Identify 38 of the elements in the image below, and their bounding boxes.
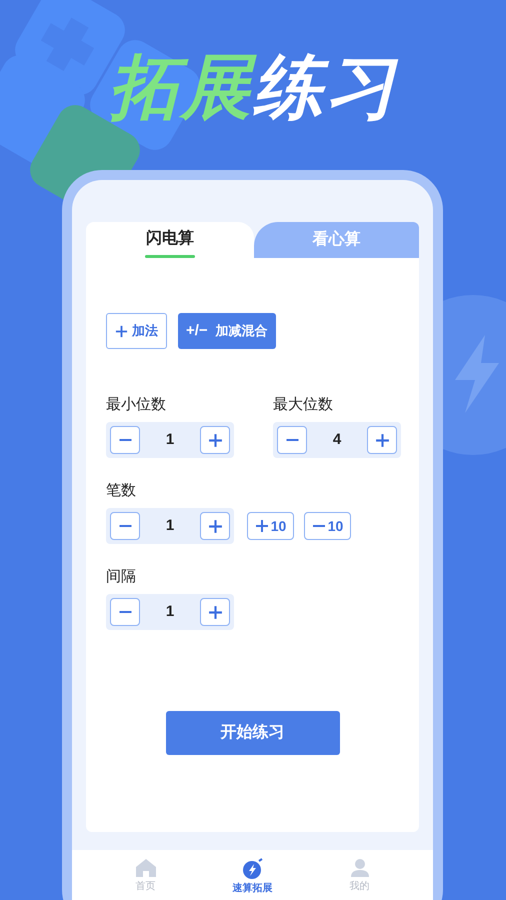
add-ten-button[interactable]: 10 [247, 512, 294, 540]
tab[interactable]: 闪电算 [86, 222, 254, 258]
start-button[interactable]: 开始练习 [166, 711, 340, 755]
setting-label: 最大位数 [273, 396, 334, 414]
house-icon [134, 858, 156, 878]
minus-icon [118, 611, 132, 613]
mode-button[interactable]: +/− 加减混合 [178, 313, 276, 349]
decrease-button[interactable] [110, 512, 140, 540]
stepper-value: 1 [166, 602, 174, 622]
stepper-value: 4 [332, 430, 342, 450]
setting-label: 笔数 [106, 482, 137, 500]
mode-button[interactable]: 加法 [106, 313, 167, 349]
plus-icon [208, 432, 222, 448]
setting-label: 最小位数 [106, 396, 167, 414]
plus-icon [115, 324, 128, 338]
minus-icon [284, 439, 300, 441]
plus-icon [254, 519, 269, 533]
plus-icon [208, 518, 222, 534]
stepper-value: 1 [166, 516, 174, 536]
minus-icon [118, 439, 132, 441]
lightning-icon [242, 858, 264, 880]
decrease-button[interactable] [110, 598, 140, 626]
person-icon [350, 858, 370, 878]
subtract-ten-button[interactable]: 10 [304, 512, 351, 540]
plus-icon [208, 604, 222, 620]
increase-button[interactable] [200, 426, 230, 454]
minus-icon [118, 525, 132, 527]
minus-icon [312, 525, 326, 527]
increase-button[interactable] [200, 512, 230, 540]
plus-icon [374, 432, 390, 448]
decrease-button[interactable] [110, 426, 140, 454]
increase-button[interactable] [200, 598, 230, 626]
increase-button[interactable] [367, 426, 397, 454]
tab-underline [145, 254, 195, 258]
nav-item[interactable]: 速算拓展 [218, 858, 288, 900]
decrease-button[interactable] [277, 426, 307, 454]
stepper-value: 1 [166, 430, 174, 450]
setting-label: 间隔 [106, 568, 137, 586]
